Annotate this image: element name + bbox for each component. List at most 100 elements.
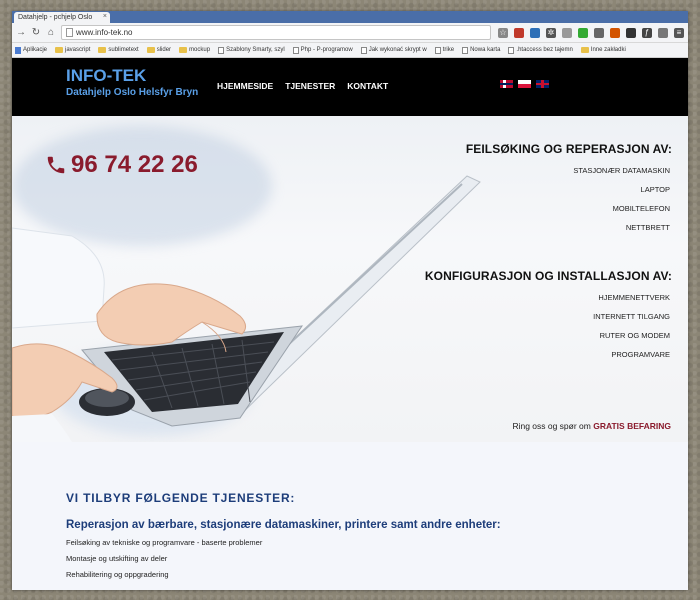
browser-window: Datahjelp - pchjelp Oslo × → ↻ ⌂ www.inf…: [12, 11, 688, 590]
phone-icon: [47, 156, 65, 174]
tab-title: Datahjelp - pchjelp Oslo: [18, 14, 93, 21]
extension-icon[interactable]: [530, 27, 540, 38]
list-item: HJEMMENETTVERK: [598, 293, 670, 302]
bookmark-label: .htaccess bez tajemn: [516, 47, 573, 53]
page-icon: [434, 46, 441, 54]
repair-services: FEILSØKING OG REPERASJON AV: STASJONÆR D…: [466, 142, 672, 237]
phone-number[interactable]: 96 74 22 26: [45, 151, 198, 179]
color-picker-icon[interactable]: [578, 27, 588, 38]
bookmark-label: Aplikacje: [23, 47, 48, 53]
bookmark-item[interactable]: Szablony Smarty, szyl: [218, 46, 285, 54]
hero-banner: 96 74 22 26 FEILSØKING OG REPERASJON AV:…: [12, 116, 688, 442]
folder-icon: [55, 47, 64, 53]
browser-tab[interactable]: Datahjelp - pchjelp Oslo ×: [14, 12, 110, 23]
bookmark-item[interactable]: javascript: [55, 47, 90, 53]
address-bar[interactable]: www.info-tek.no: [61, 25, 491, 40]
extension-icons: ☆ ✲ ƒ ≡: [498, 27, 684, 38]
logo-subtitle: Datahjelp Oslo Helsfyr Bryn: [66, 87, 199, 98]
bookmarks-bar: Aplikacje javascript sublimetext slider mock…: [12, 43, 688, 58]
page-icon: [508, 46, 515, 54]
page-icon: [218, 46, 225, 54]
folder-icon: [179, 47, 188, 53]
poland-flag-icon[interactable]: [518, 80, 531, 88]
site-header: INFO-TEK Datahjelp Oslo Helsfyr Bryn HJE…: [12, 58, 688, 116]
list-item: STASJONÆR DATAMASKIN: [573, 166, 670, 175]
extension-icon[interactable]: [658, 27, 668, 38]
services-heading: VI TILBYR FØLGENDE TJENESTER:: [66, 491, 296, 505]
list-item: LAPTOP: [640, 185, 670, 194]
folder-icon: [146, 47, 155, 53]
bookmark-item[interactable]: Inne zakładki: [580, 47, 626, 53]
services-subheading: Reperasjon av bærbare, stasjonære datama…: [66, 519, 501, 531]
bookmark-label: javascript: [65, 47, 91, 53]
list-item: NETTBRETT: [625, 223, 670, 232]
bookmark-item[interactable]: sublimetext: [98, 47, 139, 53]
list-item: Feilsøking av tekniske og programvare - …: [66, 538, 263, 547]
page-icon: [66, 28, 73, 37]
nav-services-link[interactable]: TJENESTER: [285, 81, 335, 91]
address-toolbar: → ↻ ⌂ www.info-tek.no ☆ ✲ ƒ ≡: [12, 23, 688, 43]
page-icon: [292, 46, 299, 54]
list-item: MOBILTELEFON: [612, 204, 670, 213]
bookmark-label: Inne zakładki: [590, 47, 626, 53]
main-nav: HJEMMESIDE TJENESTER KONTAKT: [217, 81, 388, 91]
call-to-action: Ring oss og spør om GRATIS BEFARING: [512, 421, 671, 431]
bookmark-label: sublimetext: [108, 47, 139, 53]
free-inspection-link[interactable]: GRATIS BEFARING: [593, 421, 671, 431]
apps-icon: [15, 46, 21, 54]
list-item: INTERNETT TILGANG: [593, 312, 670, 321]
page-icon: [360, 46, 367, 54]
bookmark-label: Nowa karta: [470, 47, 501, 53]
bookmark-item[interactable]: Nowa karta: [462, 46, 501, 54]
bookmark-item[interactable]: Jak wykonać skrypt w: [360, 46, 427, 54]
bookmark-label: trike: [442, 47, 455, 53]
norway-flag-icon[interactable]: [500, 80, 513, 88]
bookmark-item[interactable]: trike: [434, 46, 455, 54]
config-heading: KONFIGURASJON OG INSTALLASJON AV:: [424, 269, 672, 283]
list-item: RUTER OG MODEM: [599, 331, 670, 340]
cta-text: Ring oss og spør om: [512, 421, 591, 431]
menu-icon[interactable]: ≡: [674, 27, 684, 38]
bookmark-star-icon[interactable]: ☆: [498, 27, 508, 38]
list-item: Rehabilitering og oppgradering: [66, 570, 169, 579]
phone-text: 96 74 22 26: [71, 151, 198, 178]
bookmark-item[interactable]: slider: [146, 47, 172, 53]
bookmark-label: Szablony Smarty, szyl: [226, 47, 285, 53]
function-icon[interactable]: ƒ: [642, 27, 652, 38]
pdf-extension-icon[interactable]: [514, 27, 524, 38]
bookmark-item[interactable]: Aplikacje: [15, 46, 48, 54]
nav-home-link[interactable]: HJEMMESIDE: [217, 81, 273, 91]
repair-heading: FEILSØKING OG REPERASJON AV:: [465, 142, 672, 156]
home-icon[interactable]: ⌂: [46, 27, 56, 38]
folder-icon: [580, 47, 589, 53]
language-switcher: [500, 80, 549, 88]
bookmark-label: mockup: [189, 47, 211, 53]
list-item: PROGRAMVARE: [611, 350, 670, 359]
services-list: Feilsøking av tekniske og programvare - …: [66, 535, 688, 583]
services-section: VI TILBYR FØLGENDE TJENESTER: Reperasjon…: [12, 442, 688, 590]
bookmark-label: slider: [156, 47, 172, 53]
config-services: KONFIGURASJON OG INSTALLASJON AV: HJEMME…: [425, 269, 672, 364]
reload-icon[interactable]: ↻: [31, 27, 41, 38]
folder-icon: [98, 47, 107, 53]
close-tab-icon[interactable]: ×: [103, 13, 107, 20]
bookmark-item[interactable]: .htaccess bez tajemn: [508, 46, 573, 54]
bookmark-item[interactable]: Php - P-programow: [292, 46, 353, 54]
extension-icon[interactable]: [610, 27, 620, 38]
bookmark-label: Jak wykonać skrypt w: [368, 47, 427, 53]
translate-icon[interactable]: [562, 27, 572, 38]
tab-bar: Datahjelp - pchjelp Oslo ×: [12, 11, 688, 23]
gear-icon[interactable]: ✲: [546, 27, 556, 38]
bookmark-label: Php - P-programow: [300, 47, 353, 53]
logo-title[interactable]: INFO-TEK: [66, 66, 146, 86]
bookmark-item[interactable]: mockup: [179, 47, 210, 53]
resize-icon[interactable]: [594, 27, 604, 38]
forward-icon[interactable]: →: [16, 27, 26, 38]
uk-flag-icon[interactable]: [536, 80, 549, 88]
extension-icon[interactable]: [626, 27, 636, 38]
page-icon: [462, 46, 469, 54]
config-list: HJEMMENETTVERK INTERNETT TILGANG RUTER O…: [425, 288, 672, 364]
nav-contact-link[interactable]: KONTAKT: [347, 81, 388, 91]
repair-list: STASJONÆR DATAMASKIN LAPTOP MOBILTELEFON…: [466, 161, 672, 237]
list-item: Montasje og utskifting av deler: [66, 554, 168, 563]
